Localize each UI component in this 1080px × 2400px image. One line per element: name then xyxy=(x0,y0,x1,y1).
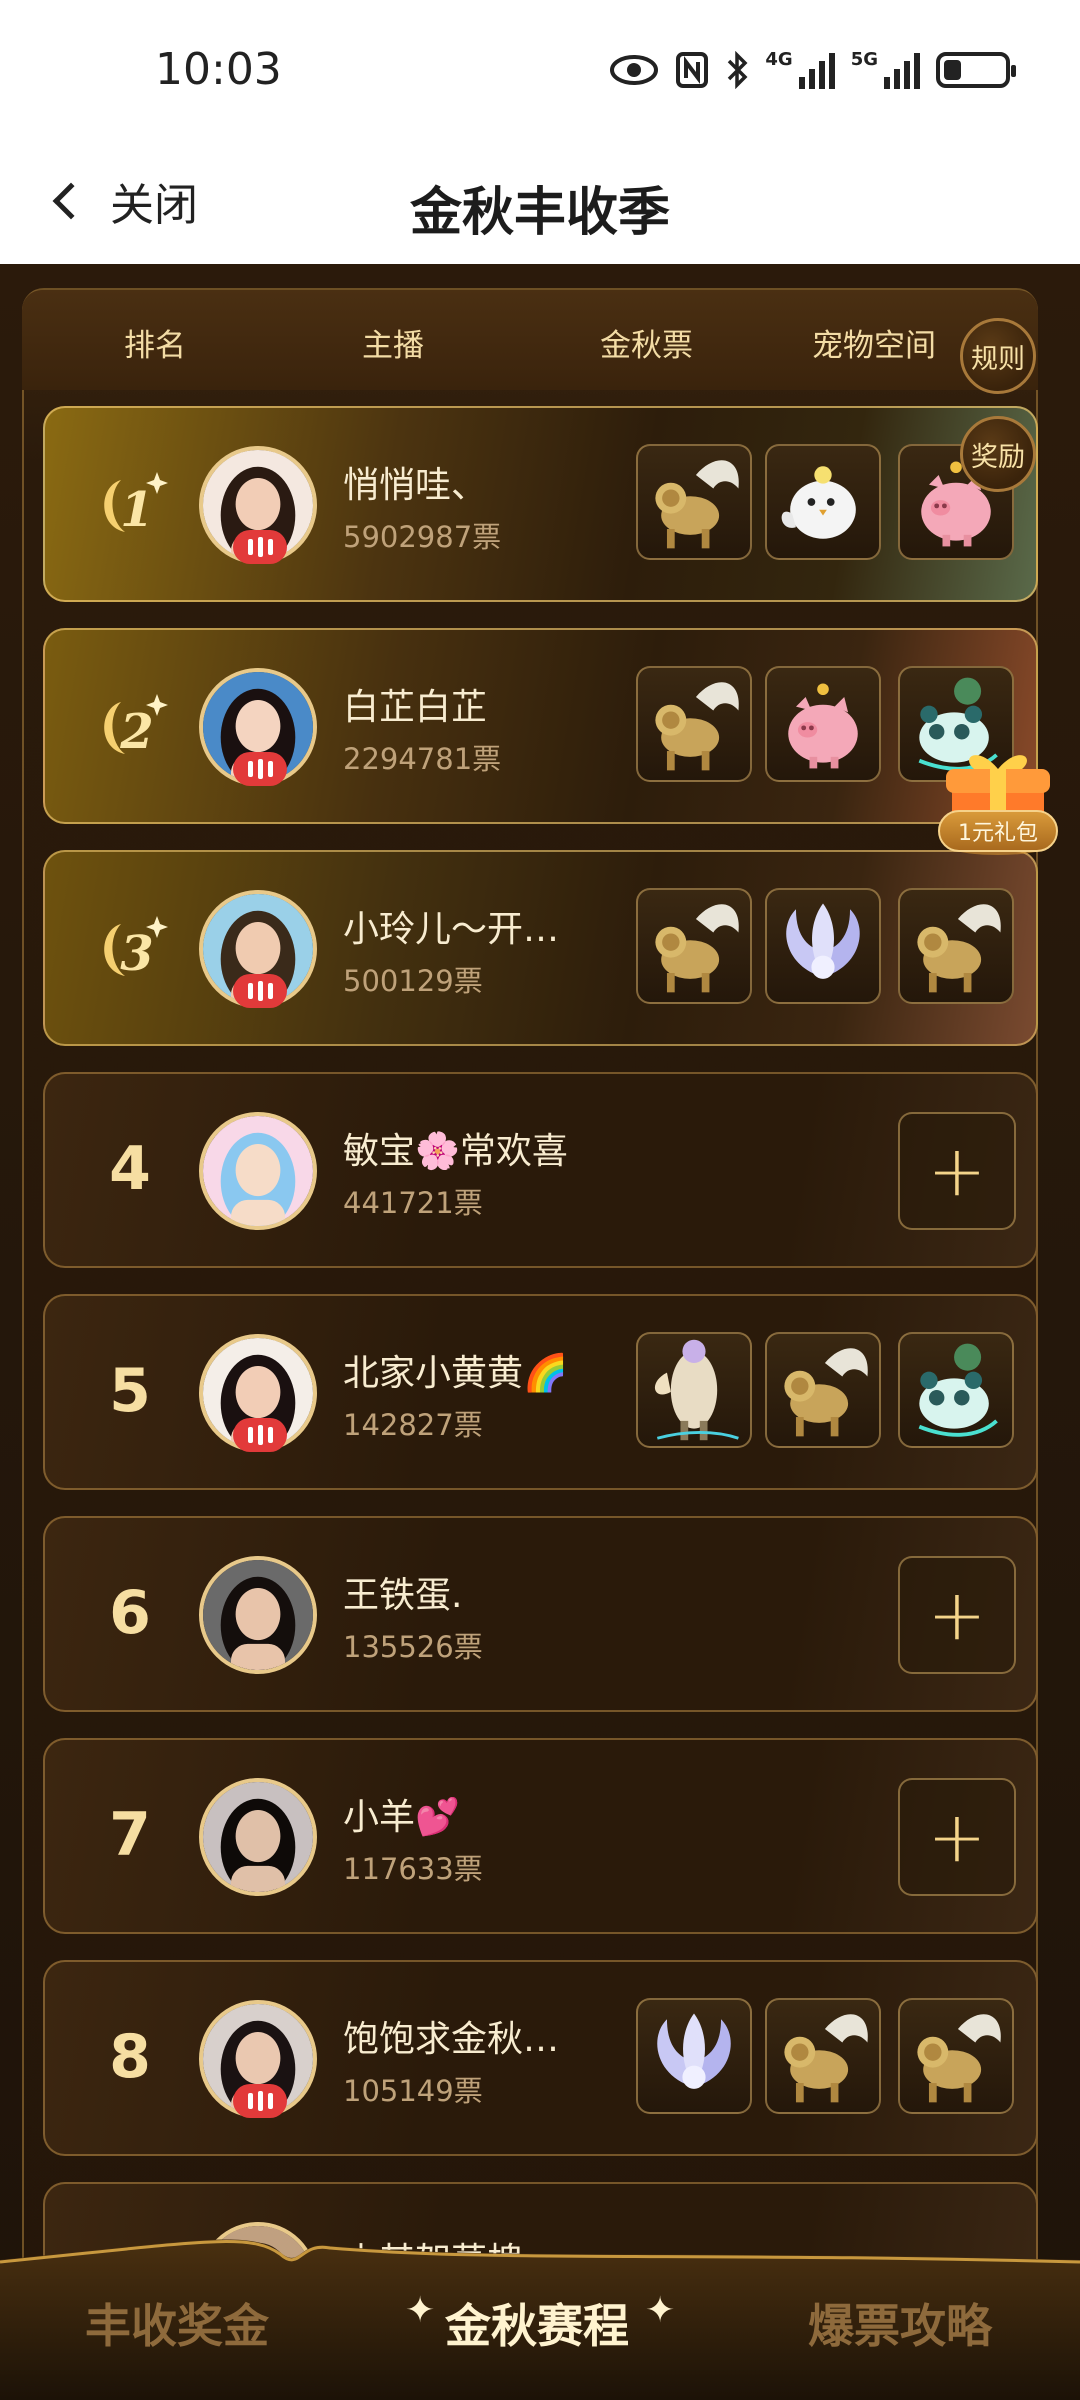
rank-number: 5 xyxy=(109,1356,151,1426)
pet-winged-lion-icon[interactable] xyxy=(765,1332,881,1448)
svg-text:1: 1 xyxy=(120,482,153,538)
bluetooth-icon xyxy=(728,51,748,89)
status-bar: 10:03 4G 5G xyxy=(0,0,1080,140)
battery-level xyxy=(944,60,961,80)
rank-medal-1: 1 xyxy=(104,472,168,538)
live-badge-icon xyxy=(233,752,287,786)
add-pet-button[interactable]: + xyxy=(898,1556,1016,1674)
vote-count: 2294781票 xyxy=(343,742,502,776)
eye-icon xyxy=(610,55,659,85)
nfc-icon xyxy=(676,52,709,88)
streamer-name: 悄悄哇、 xyxy=(343,465,488,506)
plus-icon: + xyxy=(927,1574,987,1656)
column-streamer: 主播 xyxy=(362,328,424,364)
rewards-button[interactable]: 奖励 xyxy=(960,416,1036,492)
pet-winged-lion-icon[interactable] xyxy=(636,888,752,1004)
live-badge-icon xyxy=(233,974,287,1008)
signal-4g-label: 4G xyxy=(765,49,793,70)
leaderboard-row[interactable]: 3 小玲儿～开… 500129票 xyxy=(43,850,1038,1046)
header: 关闭 金秋丰收季 xyxy=(0,140,1080,264)
rank-medal-3: 3 xyxy=(104,916,168,982)
rank-number: 8 xyxy=(109,2022,151,2092)
vote-count: 142827票 xyxy=(343,1408,483,1442)
gift-label[interactable]: 1元礼包 xyxy=(938,810,1058,852)
rank-number: 7 xyxy=(109,1800,151,1870)
tab-0[interactable]: 丰收奖金 xyxy=(85,2290,269,2356)
avatar[interactable] xyxy=(199,1112,317,1230)
add-pet-button[interactable]: + xyxy=(898,1778,1016,1896)
leaderboard-row[interactable]: 6 王铁蛋. 135526票 + xyxy=(43,1516,1038,1712)
pet-white-bird-icon[interactable] xyxy=(765,444,881,560)
svg-text:3: 3 xyxy=(120,926,153,982)
streamer-name: 白芷白芷 xyxy=(343,687,488,728)
leaderboard-row[interactable]: 4 敏宝🌸常欢喜 441721票 + xyxy=(43,1072,1038,1268)
leaderboard-row[interactable]: 2 白芷白芷 2294781票 xyxy=(43,628,1038,824)
streamer-name: 小玲儿～开… xyxy=(343,909,560,950)
leaderboard-row[interactable]: 8 饱饱求金秋… 105149票 xyxy=(43,1960,1038,2156)
column-header: 排名 主播 金秋票 宠物空间 xyxy=(22,290,1038,390)
pet-nine-tail-fox-icon[interactable] xyxy=(636,1998,752,2114)
status-time: 10:03 xyxy=(155,44,282,95)
live-badge-icon xyxy=(233,2084,287,2118)
column-tickets: 金秋票 xyxy=(600,328,693,364)
streamer-name: 敏宝🌸常欢喜 xyxy=(343,1131,568,1172)
vote-count: 441721票 xyxy=(343,1186,483,1220)
live-badge-icon xyxy=(233,1418,287,1452)
svg-text:2: 2 xyxy=(119,704,153,760)
vote-count: 135526票 xyxy=(343,1630,483,1664)
pet-winged-lion-icon[interactable] xyxy=(898,888,1014,1004)
column-rank: 排名 xyxy=(124,328,186,364)
rank-number: 4 xyxy=(109,1134,151,1204)
vote-count: 500129票 xyxy=(343,964,483,998)
pet-winged-lion-icon[interactable] xyxy=(898,1998,1014,2114)
pet-dragon-rider-icon[interactable] xyxy=(636,1332,752,1448)
pet-winged-lion-icon[interactable] xyxy=(636,666,752,782)
add-pet-button[interactable]: + xyxy=(898,1112,1016,1230)
streamer-name: 王铁蛋. xyxy=(343,1575,463,1616)
column-pet-space: 宠物空间 xyxy=(812,328,936,364)
streamer-name: 北家小黄黄🌈 xyxy=(343,1353,568,1394)
pet-winged-lion-icon[interactable] xyxy=(765,1998,881,2114)
rank-medal-2: 2 xyxy=(104,694,168,760)
signal-4g-icon: 4G xyxy=(765,49,835,89)
leaderboard-row[interactable]: 5 北家小黄黄🌈 142827票 xyxy=(43,1294,1038,1490)
vote-count: 105149票 xyxy=(343,2074,483,2108)
sparkle-icon: ✦ xyxy=(405,2290,436,2331)
leaderboard-row[interactable]: 1 悄悄哇、 5902987票 xyxy=(43,406,1038,602)
sparkle-icon: ✦ xyxy=(645,2290,676,2331)
content-area: 排名 主播 金秋票 宠物空间 规则 1 悄悄哇、 5902987票 2 白芷白芷 2294… xyxy=(0,264,1080,2400)
signal-5g-label: 5G xyxy=(850,49,878,70)
tab-1[interactable]: 金秋赛程 xyxy=(445,2290,629,2356)
avatar[interactable] xyxy=(199,1778,317,1896)
plus-icon: + xyxy=(927,1130,987,1212)
streamer-name: 饱饱求金秋… xyxy=(343,2019,560,2060)
leaderboard-row[interactable]: 7 小羊💕 117633票 + xyxy=(43,1738,1038,1934)
avatar[interactable] xyxy=(199,1556,317,1674)
live-badge-icon xyxy=(233,530,287,564)
streamer-name: 小羊💕 xyxy=(343,1797,460,1838)
pet-winged-lion-icon[interactable] xyxy=(636,444,752,560)
pet-panda-rider-icon[interactable] xyxy=(898,1332,1014,1448)
rank-number: 6 xyxy=(109,1578,151,1648)
tab-2[interactable]: 爆票攻略 xyxy=(808,2290,992,2356)
vote-count: 5902987票 xyxy=(343,520,502,554)
pet-nine-tail-fox-icon[interactable] xyxy=(765,888,881,1004)
status-icons: 4G 5G xyxy=(609,48,1016,92)
signal-5g-icon: 5G xyxy=(851,51,920,89)
battery-icon xyxy=(936,52,1016,88)
rules-button[interactable]: 规则 xyxy=(960,318,1036,394)
pet-pink-pig-icon[interactable] xyxy=(765,666,881,782)
plus-icon: + xyxy=(927,1796,987,1878)
vote-count: 117633票 xyxy=(343,1852,483,1886)
page-title: 金秋丰收季 xyxy=(409,183,670,243)
